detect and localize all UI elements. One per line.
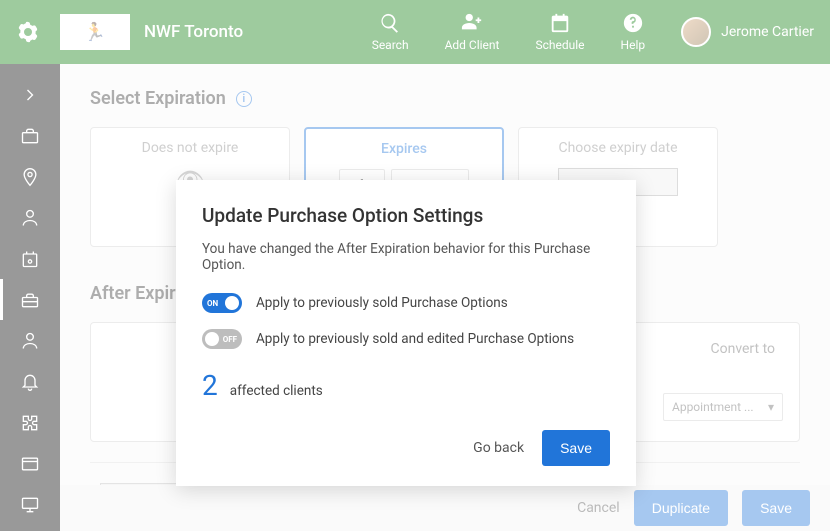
- toggle-row-prev-sold: ON Apply to previously sold Purchase Opt…: [202, 293, 610, 313]
- update-settings-modal: Update Purchase Option Settings You have…: [176, 180, 636, 486]
- toggle-knob: [225, 296, 239, 310]
- modal-title: Update Purchase Option Settings: [202, 204, 610, 227]
- affected-label: affected clients: [230, 383, 323, 399]
- toggle-prev-edited[interactable]: OFF: [202, 329, 242, 349]
- toggle-prev-sold[interactable]: ON: [202, 293, 242, 313]
- affected-count: 2: [202, 369, 218, 402]
- toggle-row-prev-edited: OFF Apply to previously sold and edited …: [202, 329, 610, 349]
- affected-clients-row: 2 affected clients: [202, 369, 610, 402]
- toggle-prev-edited-label: Apply to previously sold and edited Purc…: [256, 331, 574, 347]
- modal-actions: Go back Save: [202, 430, 610, 466]
- modal-save-button[interactable]: Save: [542, 430, 610, 466]
- toggle-on-label: ON: [202, 299, 223, 308]
- toggle-knob: [205, 332, 219, 346]
- toggle-prev-sold-label: Apply to previously sold Purchase Option…: [256, 295, 508, 311]
- modal-go-back-button[interactable]: Go back: [473, 440, 524, 456]
- toggle-off-label: OFF: [218, 335, 242, 344]
- modal-description: You have changed the After Expiration be…: [202, 241, 610, 273]
